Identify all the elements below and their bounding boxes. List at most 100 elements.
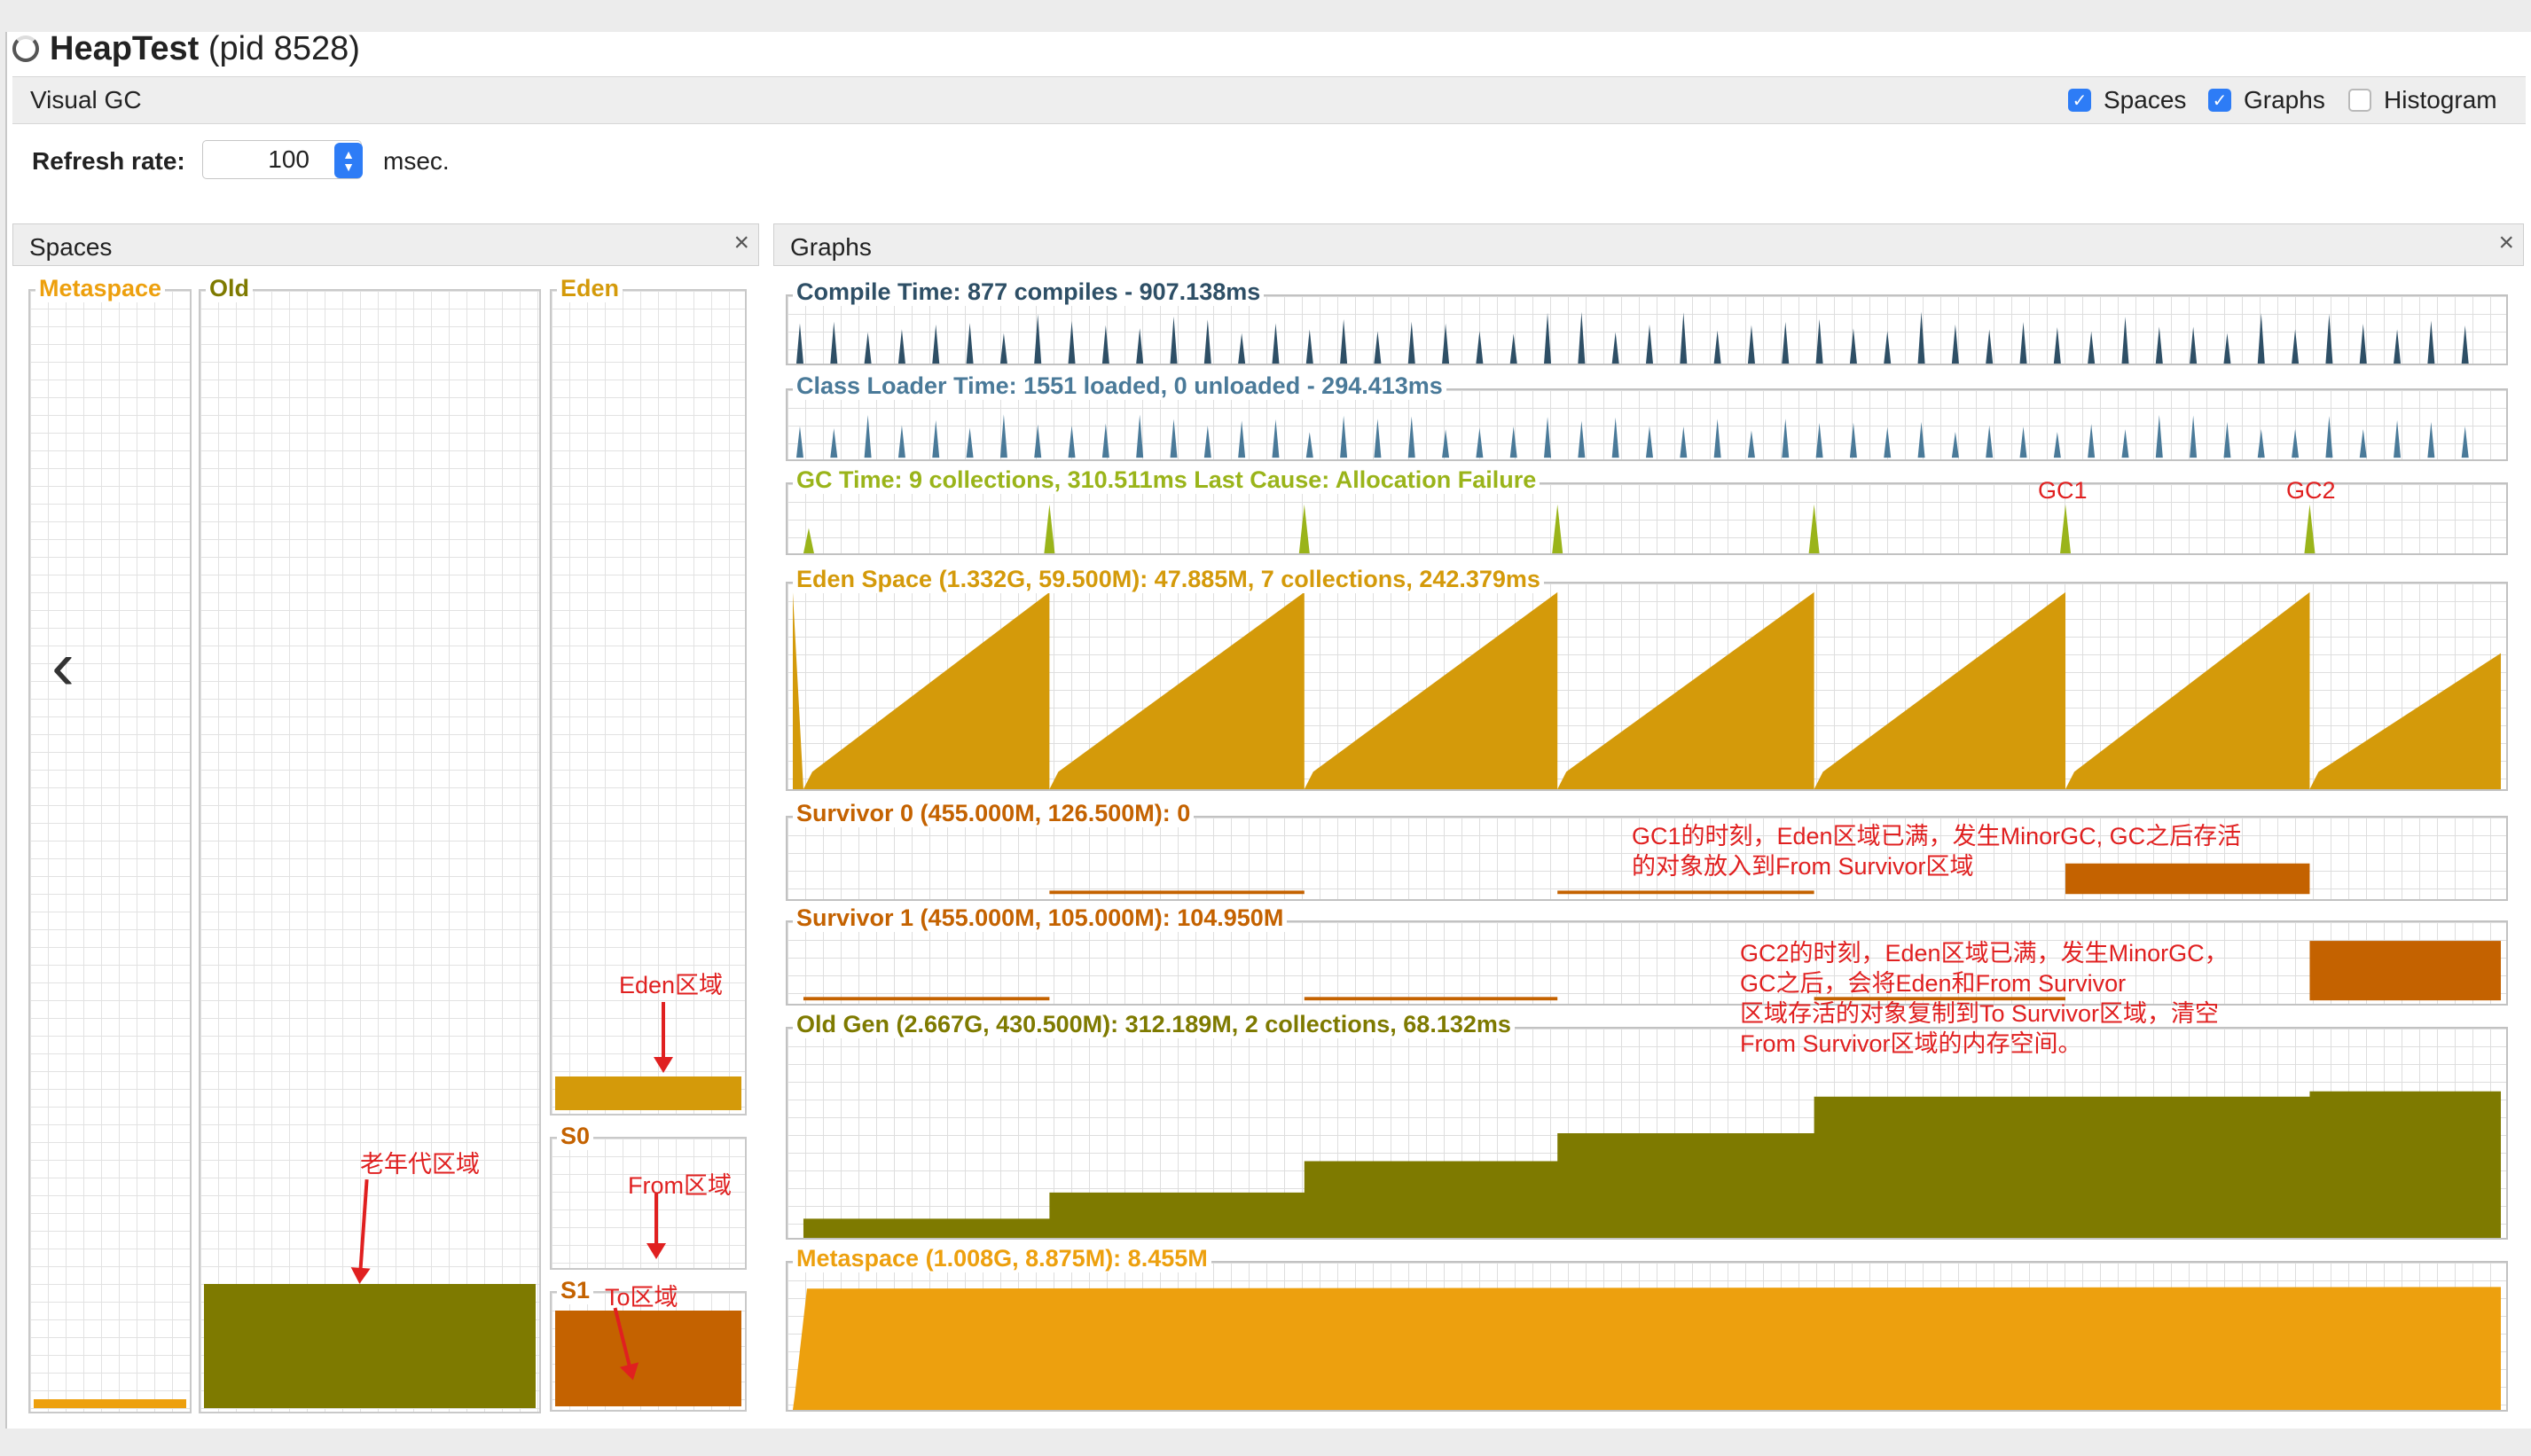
gc2-note: GC2的时刻，Eden区域已满，发生MinorGC， GC之后，会将Eden和F… — [1740, 938, 2229, 1059]
close-icon[interactable]: × — [733, 228, 749, 258]
compile-spike — [1374, 331, 1382, 364]
gc2-note-line3: 区域存活的对象复制到To Survivor区域，清空 — [1740, 1000, 2220, 1027]
compile-spike — [2190, 326, 2198, 364]
checkbox-unchecked-icon — [2348, 89, 2371, 112]
graphs-checkbox-label: Graphs — [2244, 86, 2325, 114]
loading-spinner-icon — [12, 35, 39, 62]
compile-spike — [1340, 318, 1348, 364]
spaces-checkbox[interactable]: ✓ Spaces — [2068, 86, 2186, 114]
classloader-spike — [2427, 421, 2435, 458]
gc-time-graph: GC Time: 9 collections, 310.511ms Last C… — [786, 466, 2508, 555]
spaces-panel-header: Spaces × — [12, 223, 759, 266]
survivor1-block — [2309, 941, 2502, 1001]
survivor0-block — [1557, 890, 1814, 895]
classloader-spike — [1544, 416, 1552, 458]
old-space-box: Old — [199, 275, 541, 1413]
classloader-spike — [2325, 416, 2333, 458]
classloader-spike — [2053, 432, 2061, 458]
compile-spike — [2292, 329, 2300, 364]
metaspace-space-box: Metaspace — [28, 275, 192, 1413]
eden-area-annotation: Eden区域 — [619, 972, 724, 998]
classloader-spike — [1849, 422, 1857, 458]
classloader-spike — [1068, 425, 1076, 458]
stepper-up-icon[interactable]: ▲ — [342, 148, 355, 160]
gc1-note: GC1的时刻，Eden区域已满，发生MinorGC, GC之后存活 的对象放入到… — [1632, 821, 2241, 881]
survivor1-graph: Survivor 1 (455.000M, 105.000M): 104.950… — [786, 904, 2508, 1006]
classloader-spike — [2292, 428, 2300, 458]
classloader-spike — [1680, 426, 1688, 458]
compile-spike — [2121, 317, 2129, 364]
prev-arrow-icon[interactable]: ‹ — [32, 621, 94, 709]
gc1-annotation: GC1 — [2038, 477, 2088, 504]
classloader-spike — [1713, 419, 1721, 458]
survivor1-block — [803, 997, 1050, 1001]
compile-spike — [1747, 325, 1755, 364]
compile-spike — [2461, 325, 2469, 364]
gc1-note-line2: 的对象放入到From Survivor区域 — [1632, 853, 1974, 880]
compile-spike — [2257, 313, 2265, 364]
compile-time-plot — [795, 311, 2469, 364]
refresh-rate-stepper[interactable]: ▲ ▼ — [334, 143, 363, 178]
classloader-spike — [795, 426, 803, 458]
compile-spike — [1034, 314, 1042, 364]
compile-spike — [1815, 318, 1823, 364]
compile-spike — [1476, 331, 1484, 364]
old-area-annotation: 老年代区域 — [360, 1151, 480, 1178]
gc1-note-line1: GC1的时刻，Eden区域已满，发生MinorGC, GC之后存活 — [1632, 823, 2242, 849]
eden-area — [792, 591, 2502, 789]
compile-spike — [1442, 323, 1450, 364]
metaspace-graph: Metaspace (1.008G, 8.875M): 8.455M — [786, 1245, 2508, 1412]
checkbox-checked-icon: ✓ — [2208, 89, 2231, 112]
classloader-spike — [1815, 422, 1823, 458]
classloader-spike — [2257, 428, 2265, 458]
old-gen-plot — [803, 1091, 2502, 1238]
classloader-spike — [1917, 421, 1925, 458]
window-title: HeapTest (pid 8528) — [12, 27, 360, 71]
survivor1-block — [1304, 997, 1558, 1001]
gc2-annotation: GC2 — [2286, 477, 2336, 504]
gc-spike — [2304, 504, 2316, 553]
compile-spike — [1782, 322, 1790, 364]
pid-label: (pid 8528) — [208, 29, 360, 67]
survivor1-label: Survivor 1 (455.000M, 105.000M): 104.950… — [793, 904, 1288, 932]
gc2-note-line1: GC2的时刻，Eden区域已满，发生MinorGC， — [1740, 940, 2229, 967]
compile-spike — [2223, 333, 2231, 364]
close-icon[interactable]: × — [2498, 228, 2514, 258]
graphs-panel-header: Graphs × — [773, 223, 2524, 266]
stepper-down-icon[interactable]: ▼ — [342, 160, 355, 173]
compile-spike — [1238, 333, 1246, 364]
classloader-spike — [1476, 427, 1484, 458]
gc-spike — [1044, 504, 1055, 553]
compile-spike — [1917, 311, 1925, 364]
old-gen-graph: Old Gen (2.667G, 430.500M): 312.189M, 2 … — [786, 1011, 2508, 1240]
compile-spike — [897, 329, 905, 364]
class-loader-plot — [795, 414, 2469, 458]
classloader-spike — [864, 415, 872, 458]
compile-spike — [2427, 320, 2435, 364]
compile-spike — [795, 323, 803, 364]
classloader-spike — [2121, 428, 2129, 458]
compile-spike — [999, 333, 1007, 364]
compile-time-graph: Compile Time: 877 compiles - 907.138ms — [786, 278, 2508, 365]
s1-fill — [555, 1311, 741, 1406]
gc2-note-line2: GC之后，会将Eden和From Survivor — [1740, 970, 2127, 997]
classloader-spike — [2155, 414, 2163, 458]
compile-spike — [1578, 311, 1586, 364]
compile-spike — [864, 332, 872, 364]
tab-visual-gc[interactable]: Visual GC — [30, 86, 142, 114]
graphs-checkbox[interactable]: ✓ Graphs — [2208, 86, 2325, 114]
from-arrow-icon — [646, 1194, 666, 1259]
compile-spike — [1951, 324, 1959, 364]
compile-spike — [1068, 321, 1076, 364]
classloader-spike — [1374, 419, 1382, 458]
compile-spike — [2359, 324, 2367, 364]
old-gen-area — [803, 1091, 2502, 1238]
histogram-checkbox[interactable]: Histogram — [2348, 86, 2497, 114]
gc2-note-line4: From Survivor区域的内存空间。 — [1740, 1030, 2082, 1057]
classloader-spike — [1986, 425, 1994, 458]
class-loader-graph: Class Loader Time: 1551 loaded, 0 unload… — [786, 372, 2508, 461]
compile-spike — [2088, 331, 2096, 364]
survivor0-block — [1049, 890, 1305, 895]
compile-spike — [1544, 312, 1552, 364]
classloader-spike — [932, 419, 940, 458]
